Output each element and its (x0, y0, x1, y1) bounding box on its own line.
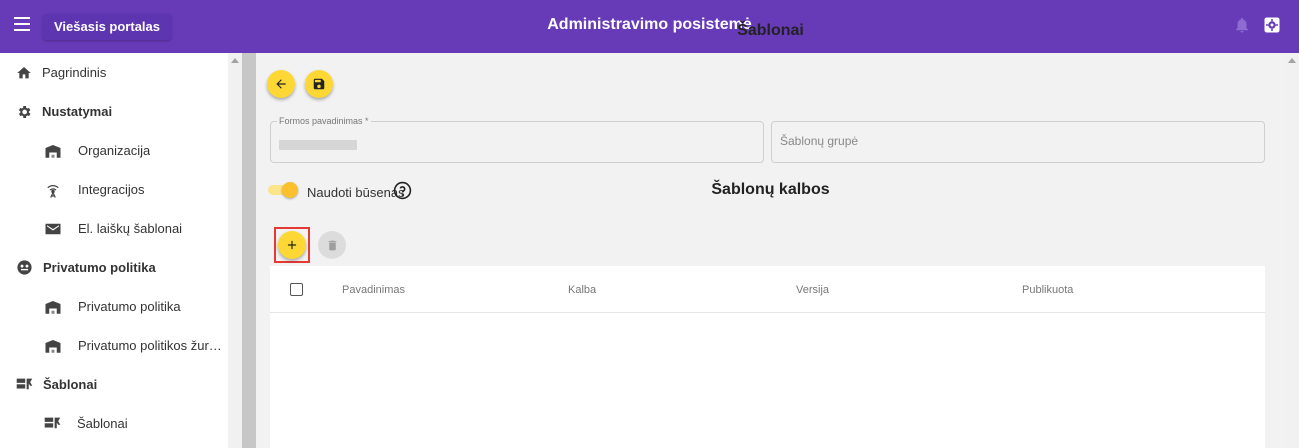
page-title: Šablonai (737, 22, 804, 39)
sidebar-item-label: Šablonai (77, 416, 128, 431)
template-icon (44, 417, 61, 428)
plus-icon (287, 240, 297, 250)
save-button[interactable] (305, 70, 333, 98)
home-icon (17, 66, 31, 78)
sidebar-item-organization[interactable]: Organizacija (0, 131, 228, 170)
mail-icon (45, 223, 61, 234)
template-group-input[interactable] (780, 134, 1223, 148)
save-icon (313, 78, 325, 90)
building-icon (45, 144, 61, 158)
sidebar-section-settings[interactable]: Nustatymai (0, 92, 228, 131)
sidebar-item-integrations[interactable]: Integracijos (0, 170, 228, 209)
sidebar-section-privacy[interactable]: Privatumo politika (0, 248, 228, 287)
sidebar-section-label: Nustatymai (42, 104, 113, 119)
antenna-icon (47, 184, 59, 198)
main-content: Formos pavadinimas * Naudoti būsenas Pav… (256, 53, 1285, 448)
sidebar-section-label: Privatumo politika (43, 260, 156, 275)
template-icon (16, 378, 33, 389)
sidebar-item-label: Integracijos (78, 182, 145, 197)
sidebar-item-label: Organizacija (78, 143, 151, 158)
sidebar-item-label: Privatumo politikos žurnalas (78, 338, 228, 353)
public-portal-button[interactable]: Viešasis portalas (43, 14, 171, 40)
sidebar-section-templates[interactable]: Šablonai (0, 365, 228, 404)
column-header-language[interactable]: Kalba (568, 284, 596, 296)
column-header-published[interactable]: Publikuota (1022, 284, 1073, 296)
add-language-button[interactable] (278, 231, 306, 259)
sidebar-item-templates[interactable]: Šablonai (0, 404, 228, 443)
form-name-value (279, 140, 357, 150)
sidebar-section-label: Šablonai (43, 377, 98, 392)
sidebar: Pagrindinis Nustatymai Organizacija Inte… (0, 53, 228, 448)
table-header: Pavadinimas Kalba Versija Publikuota (270, 266, 1265, 313)
arrow-left-icon (276, 79, 286, 89)
building-icon (45, 339, 61, 353)
languages-table: Pavadinimas Kalba Versija Publikuota (270, 266, 1265, 448)
column-header-name[interactable]: Pavadinimas (342, 284, 405, 296)
sidebar-item-label: El. laiškų šablonai (78, 221, 183, 236)
building-icon (45, 300, 61, 314)
sidebar-item-privacy-policy[interactable]: Privatumo politika (0, 287, 228, 326)
back-button[interactable] (267, 70, 295, 98)
privacy-icon (17, 260, 32, 275)
sidebar-scrollbar[interactable] (228, 53, 242, 448)
sidebar-item-email-templates[interactable]: El. laiškų šablonai (0, 209, 228, 248)
sidebar-item-privacy-log[interactable]: Privatumo politikos žurnalas (0, 326, 228, 365)
form-name-field[interactable]: Formos pavadinimas * (270, 116, 764, 163)
sidebar-item-label: Privatumo politika (78, 299, 181, 314)
column-header-version[interactable]: Versija (796, 284, 829, 296)
form-name-label: Formos pavadinimas * (277, 116, 371, 126)
sidebar-item-home[interactable]: Pagrindinis (0, 53, 228, 92)
sidebar-item-label: Pagrindinis (42, 65, 107, 80)
trash-icon (328, 240, 336, 250)
gutter (242, 53, 256, 448)
select-all-checkbox[interactable] (290, 283, 303, 296)
template-group-field[interactable] (771, 121, 1265, 163)
gear-icon (18, 105, 31, 118)
delete-language-button[interactable] (318, 231, 346, 259)
main-scrollbar[interactable] (1285, 53, 1299, 448)
languages-section-title: Šablonų kalbos (711, 181, 830, 198)
